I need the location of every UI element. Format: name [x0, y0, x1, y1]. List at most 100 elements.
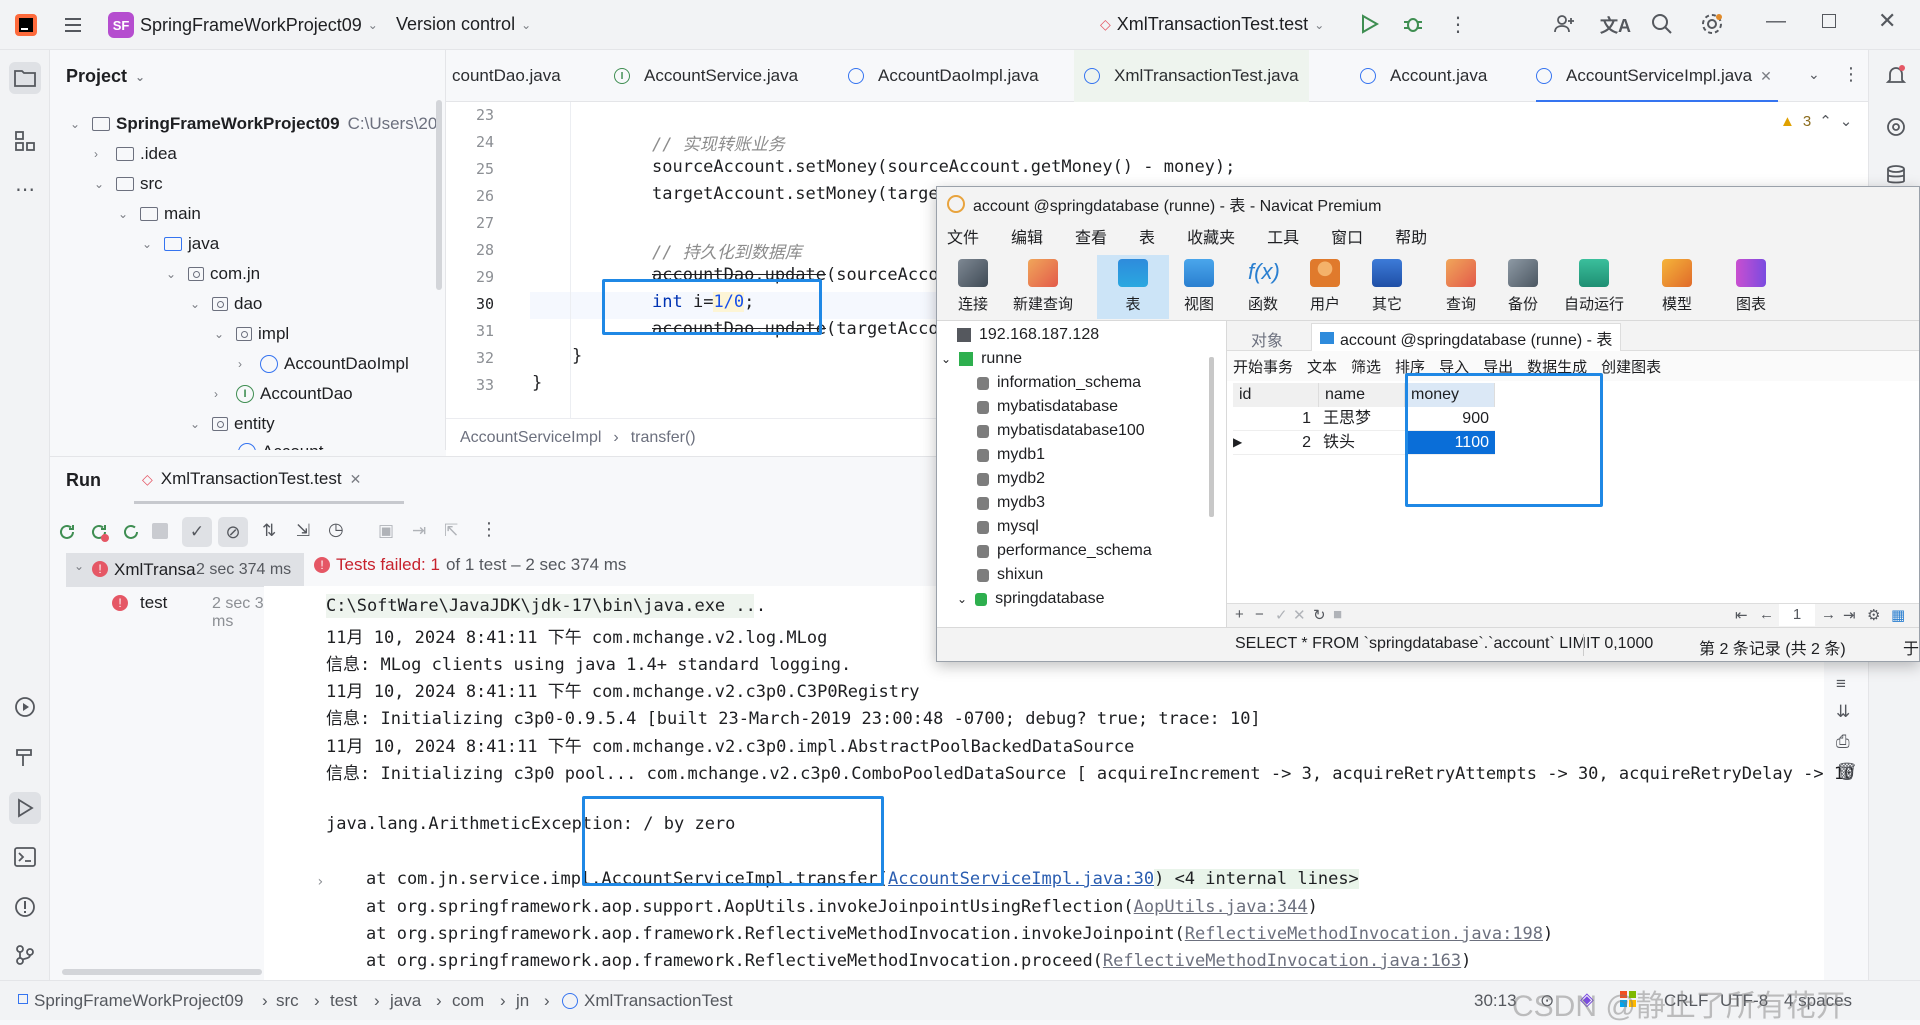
text-button[interactable]: 文本 — [1307, 356, 1337, 377]
chevron-up-icon[interactable]: ⌃ — [1819, 112, 1832, 130]
tree-db[interactable]: performance_schema — [977, 539, 1152, 563]
menu-item-view[interactable]: 查看 — [1075, 224, 1107, 248]
status-path-test[interactable]: test — [330, 991, 357, 1011]
terminal-icon[interactable] — [12, 844, 38, 870]
tabs-more-icon[interactable]: ⋮ — [1842, 64, 1860, 85]
test-tree-root[interactable]: ⌄ ! XmlTransa 2 sec 374 ms — [66, 553, 304, 587]
menu-item-favorites[interactable]: 收藏夹 — [1187, 224, 1235, 248]
cell-id[interactable]: 1 — [1233, 407, 1319, 431]
auto-run-button[interactable]: 自动运行 — [1551, 255, 1637, 319]
menu-item-help[interactable]: 帮助 — [1395, 224, 1427, 248]
menu-item-file[interactable]: 文件 — [947, 224, 979, 248]
tree-db[interactable]: mybatisdatabase100 — [977, 419, 1145, 443]
add-row-icon[interactable]: + — [1235, 606, 1244, 623]
notifications-bell-icon[interactable] — [1883, 62, 1909, 88]
services-icon[interactable] — [12, 694, 38, 720]
close-tab-icon[interactable]: ✕ — [1760, 68, 1772, 85]
ai-assistant-icon[interactable] — [1883, 114, 1909, 140]
breadcrumb-class[interactable]: AccountServiceImpl — [460, 429, 601, 447]
begin-transaction-button[interactable]: 开始事务 — [1233, 356, 1293, 377]
close-tab-icon[interactable]: ✕ — [350, 471, 362, 488]
tree-connection-ip[interactable]: 192.168.187.128 — [957, 323, 1099, 347]
tab-objects[interactable]: 对象 — [1251, 327, 1283, 351]
soft-wrap-icon[interactable]: ≡ — [1836, 674, 1846, 694]
tree-db-springdatabase[interactable]: ⌄ springdatabase — [957, 587, 1104, 611]
connect-button[interactable]: 连接 — [937, 255, 1009, 319]
tab-accountdao[interactable]: countDao.java — [452, 50, 561, 102]
print-icon[interactable]: ⎙ — [1836, 732, 1850, 752]
status-path-java[interactable]: java — [390, 991, 421, 1011]
toggle-auto-test-icon[interactable] — [120, 521, 142, 543]
column-header-name[interactable]: name — [1319, 383, 1405, 407]
close-window-icon[interactable]: ✕ — [1878, 8, 1896, 34]
show-ignored-icon[interactable]: ⊘ — [218, 517, 248, 547]
grid-settings-icon[interactable]: ⚙ — [1867, 606, 1880, 624]
inspection-widget[interactable]: ▲ 3 ⌃ ⌄ — [1780, 112, 1852, 131]
add-user-icon[interactable] — [1552, 12, 1576, 36]
version-control-menu[interactable]: Version control ⌄ — [396, 14, 531, 35]
chart-button[interactable]: 图表 — [1715, 255, 1787, 319]
more-tools-icon[interactable]: ⋯ — [12, 176, 38, 202]
status-path-class[interactable]: XmlTransactionTest — [584, 991, 733, 1011]
next-page-icon[interactable]: → — [1821, 606, 1836, 623]
collapse-icon[interactable]: ⇲ — [296, 521, 310, 541]
grid-view-icon[interactable]: ▦ — [1891, 606, 1905, 624]
tree-connection-runne[interactable]: ⌄ runne — [941, 347, 1022, 371]
tree-db[interactable]: mydb2 — [977, 467, 1045, 491]
breadcrumb-method[interactable]: transfer() — [631, 429, 696, 447]
status-path-src[interactable]: src — [276, 991, 299, 1011]
caret-position[interactable]: 30:13 — [1474, 991, 1517, 1011]
menu-item-window[interactable]: 窗口 — [1331, 224, 1363, 248]
stop-icon[interactable] — [152, 523, 168, 539]
menu-item-table[interactable]: 表 — [1139, 224, 1155, 248]
sort-icon[interactable]: ⇅ — [262, 521, 276, 541]
run-tab[interactable]: ◇ XmlTransactionTest.test ✕ — [134, 467, 369, 491]
status-path-com[interactable]: com — [452, 991, 484, 1011]
rerun-failed-icon[interactable] — [88, 521, 110, 543]
table-button[interactable]: 表 — [1097, 255, 1169, 319]
intellij-logo-icon[interactable] — [14, 13, 38, 37]
tree-item-entity[interactable]: ⌄ entity — [190, 410, 275, 438]
column-header-id[interactable]: id — [1233, 383, 1319, 407]
structure-icon[interactable] — [12, 128, 38, 154]
stop-icon[interactable]: ■ — [1333, 606, 1342, 623]
prev-page-icon[interactable]: ← — [1759, 606, 1774, 623]
tree-item-accountdao[interactable]: › I AccountDao — [214, 380, 353, 408]
import-icon[interactable]: ⇥ — [412, 521, 426, 541]
tree-scrollbar[interactable] — [1209, 357, 1214, 517]
chevron-right-icon[interactable]: › — [316, 874, 324, 890]
status-path-jn[interactable]: jn — [516, 991, 529, 1011]
translate-icon[interactable]: 文A — [1600, 12, 1631, 38]
minimize-icon[interactable]: — — [1766, 10, 1786, 33]
menu-item-tools[interactable]: 工具 — [1267, 224, 1299, 248]
problems-icon[interactable] — [12, 894, 38, 920]
more-actions-icon[interactable]: ⋮ — [1448, 12, 1468, 37]
clear-trash-icon[interactable]: 🗑 — [1836, 762, 1858, 782]
tab-accountdaoimpl[interactable]: AccountDaoImpl.java — [848, 50, 1039, 102]
tree-db[interactable]: mydb3 — [977, 491, 1045, 515]
first-page-icon[interactable]: ⇤ — [1735, 606, 1748, 624]
last-page-icon[interactable]: ⇥ — [1843, 606, 1856, 624]
tree-item-accountdaoimpl[interactable]: › AccountDaoImpl — [238, 350, 409, 378]
git-icon[interactable] — [12, 942, 38, 968]
show-passed-check-icon[interactable]: ✓ — [182, 517, 212, 547]
rerun-icon[interactable] — [56, 521, 78, 543]
create-chart-button[interactable]: 创建图表 — [1601, 356, 1661, 377]
cell-name[interactable]: 王思梦 — [1319, 407, 1405, 431]
discard-icon[interactable]: ✕ — [1293, 606, 1306, 624]
camera-icon[interactable]: ▣ — [378, 521, 394, 541]
status-path-project[interactable]: SpringFrameWorkProject09 — [34, 991, 243, 1011]
project-switcher[interactable]: SF SpringFrameWorkProject09 ⌄ — [108, 12, 378, 38]
cell-name[interactable]: 铁头 — [1319, 431, 1405, 455]
tree-db[interactable]: shixun — [977, 563, 1043, 587]
view-button[interactable]: 视图 — [1163, 255, 1235, 319]
settings-gear-icon[interactable] — [1700, 12, 1724, 36]
tree-db[interactable]: mybatisdatabase — [977, 395, 1118, 419]
more-icon[interactable]: ⋮ — [480, 519, 498, 540]
delete-row-icon[interactable]: − — [1255, 606, 1264, 623]
tree-scrollbar[interactable] — [436, 100, 442, 290]
tree-item-src[interactable]: ⌄ src — [94, 170, 163, 198]
project-panel-header[interactable]: Project ⌄ — [66, 66, 145, 87]
tree-db[interactable]: mysql — [977, 515, 1039, 539]
menu-item-edit[interactable]: 编辑 — [1011, 224, 1043, 248]
